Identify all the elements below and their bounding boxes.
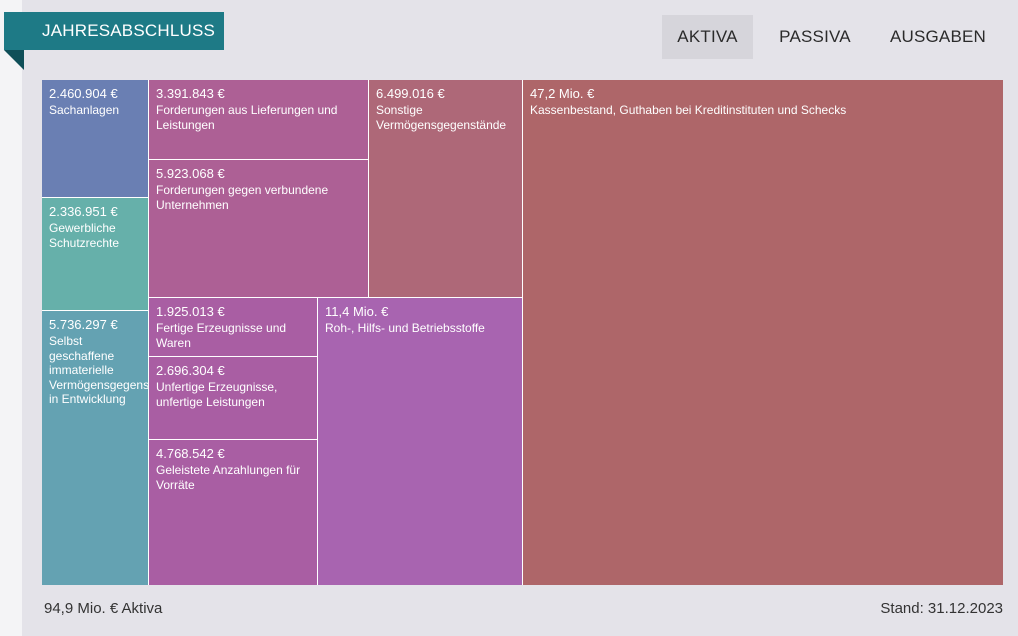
tile-value: 3.391.843 € [156, 86, 225, 101]
tile-label: Selbst geschaffene immaterielle Vermögen… [49, 334, 148, 406]
tab-ausgaben[interactable]: AUSGABEN [884, 15, 992, 59]
total-label: 94,9 Mio. € Aktiva [44, 600, 163, 617]
tile-value: 2.460.904 € [49, 86, 118, 101]
tile-label: Roh-, Hilfs- und Betriebsstoffe [325, 321, 485, 335]
tile-value: 2.336.951 € [49, 204, 118, 219]
tile-value: 5.736.297 € [49, 317, 118, 332]
treemap-tile[interactable]: 47,2 Mio. € Kassenbestand, Guthaben bei K… [523, 80, 1003, 585]
tile-label: Fertige Erzeugnisse und Waren [156, 321, 287, 350]
treemap-chart: 2.460.904 € Sachanlagen 2.336.951 € Gewerbl… [42, 80, 1003, 585]
tile-value: 11,4 Mio. € [325, 304, 389, 319]
tile-label: Forderungen aus Lieferungen und Leistung… [156, 103, 338, 132]
date-label: Stand: 31.12.2023 [880, 600, 1003, 617]
tile-label: Kassenbestand, Guthaben bei Kreditinstit… [530, 103, 847, 117]
tile-label: Gewerbliche Schutzrechte [49, 221, 120, 250]
treemap-tile[interactable]: 5.736.297 € Selbst geschaffene immateriel… [42, 311, 148, 585]
tile-value: 4.768.542 € [156, 446, 225, 461]
tile-value: 5.923.068 € [156, 166, 225, 181]
tile-value: 2.696.304 € [156, 363, 225, 378]
tile-label: Forderungen gegen verbundene Unternehmen [156, 183, 329, 212]
ribbon-fold [4, 50, 24, 70]
title-ribbon: JAHRESABSCHLUSS [4, 12, 224, 50]
treemap-tile[interactable]: 4.768.542 € Geleistete Anzahlungen für Vo… [149, 440, 317, 585]
treemap-tile[interactable]: 1.925.013 € Fertige Erzeugnisse und Waren [149, 298, 317, 356]
treemap-tile[interactable]: 11,4 Mio. € Roh-, Hilfs- und Betriebsstof… [318, 298, 522, 585]
tile-label: Sachanlagen [49, 103, 120, 117]
treemap-tile[interactable]: 3.391.843 € Forderungen aus Lieferungen u… [149, 80, 368, 159]
treemap-tile[interactable]: 2.336.951 € Gewerbliche Schutzrechte [42, 198, 148, 310]
tile-value: 6.499.016 € [376, 86, 445, 101]
page-title: JAHRESABSCHLUSS [42, 21, 216, 40]
tile-value: 47,2 Mio. € [530, 86, 595, 101]
tab-passiva[interactable]: PASSIVA [772, 15, 858, 59]
treemap-tile[interactable]: 5.923.068 € Forderungen gegen verbundene … [149, 160, 368, 297]
treemap-tile[interactable]: 6.499.016 € Sonstige Vermögensgegenstände [369, 80, 522, 297]
tile-label: Unfertige Erzeugnisse, unfertige Leistun… [156, 380, 278, 409]
tile-label: Sonstige Vermögensgegenstände [376, 103, 507, 132]
tile-value: 1.925.013 € [156, 304, 225, 319]
tile-label: Geleistete Anzahlungen für Vorräte [156, 463, 301, 492]
tab-aktiva[interactable]: AKTIVA [662, 15, 753, 59]
treemap-tile[interactable]: 2.696.304 € Unfertige Erzeugnisse, unfert… [149, 357, 317, 439]
treemap-tile[interactable]: 2.460.904 € Sachanlagen [42, 80, 148, 197]
